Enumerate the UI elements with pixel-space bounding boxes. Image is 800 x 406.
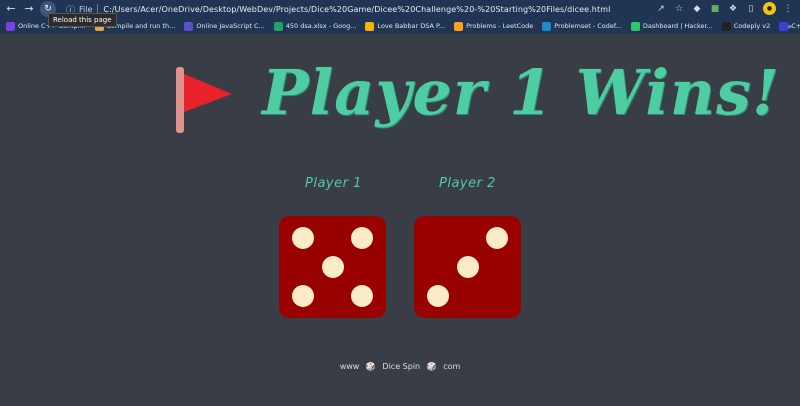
bookmark-item[interactable]: Codeply v2 bbox=[721, 21, 771, 31]
bookmark-icon bbox=[184, 21, 194, 31]
extension-green-icon[interactable]: ■ bbox=[709, 3, 721, 15]
bookmark-label: Problems - LeetCode bbox=[466, 22, 534, 30]
player2-die bbox=[414, 216, 521, 318]
codeforces-icon bbox=[542, 21, 552, 31]
forward-icon[interactable]: → bbox=[22, 2, 36, 16]
reload-tooltip: Reload this page bbox=[48, 13, 117, 27]
bookmark-label: 450 dsa.xlsx - Goog... bbox=[285, 22, 357, 30]
player1-die bbox=[279, 216, 386, 318]
browser-toolbar: ← → ↻ ⓘ File C:/Users/Acer/OneDrive/Desk… bbox=[0, 0, 800, 18]
bookmark-label: Codeply v2 bbox=[733, 22, 771, 30]
dice-icon: 🎲 bbox=[365, 362, 376, 371]
back-icon[interactable]: ← bbox=[4, 2, 18, 16]
profile-avatar[interactable]: ● bbox=[763, 2, 776, 15]
footer-suffix: com bbox=[443, 362, 461, 371]
player1-label: Player 1 bbox=[305, 176, 362, 191]
die-pip bbox=[291, 227, 314, 250]
footer-name: Dice Spin bbox=[382, 362, 421, 371]
share-icon[interactable]: ↗ bbox=[655, 3, 667, 15]
bookmark-icon bbox=[365, 21, 375, 31]
player2-label: Player 2 bbox=[439, 176, 496, 191]
codeply-icon bbox=[721, 21, 731, 31]
bookmark-item[interactable]: Dashboard | Hacker... bbox=[630, 21, 713, 31]
die-pip bbox=[321, 256, 344, 278]
menu-icon[interactable]: ⋮ bbox=[782, 3, 794, 15]
drive-icon bbox=[273, 21, 283, 31]
bookmark-item[interactable]: Online JavaScript C... bbox=[184, 21, 265, 31]
die-pip bbox=[291, 284, 314, 307]
die-pip bbox=[351, 284, 374, 307]
footer: www 🎲 Dice Spin 🎲 com bbox=[0, 362, 800, 371]
flag-icon bbox=[176, 67, 232, 133]
dice-icon: 🎲 bbox=[426, 362, 437, 371]
die-pip bbox=[426, 284, 449, 307]
address-bar[interactable]: C:/Users/Acer/OneDrive/Desktop/WebDev/Pr… bbox=[103, 5, 610, 14]
die-pip bbox=[486, 227, 509, 250]
sidebar-icon[interactable]: ▯ bbox=[745, 3, 757, 15]
puzzle-icon[interactable]: ❖ bbox=[727, 3, 739, 15]
hackerrank-icon bbox=[630, 21, 640, 31]
bookmark-item[interactable]: Problems - LeetCode bbox=[454, 21, 534, 31]
extension-icon[interactable]: ◆ bbox=[691, 3, 703, 15]
bookmark-item[interactable]: 450 dsa.xlsx - Goog... bbox=[273, 21, 357, 31]
bookmark-label: Dashboard | Hacker... bbox=[642, 22, 713, 30]
bookmark-icon bbox=[6, 21, 15, 31]
bookmark-label: Problemset - Codef... bbox=[554, 22, 622, 30]
die-pip bbox=[456, 256, 479, 278]
toolbar-actions: ↗ ☆ ◆ ■ ❖ ▯ ● ⋮ bbox=[655, 2, 794, 15]
bookmarks-bar: Online C++ Compi...Compile and run th...… bbox=[0, 18, 800, 34]
more-bookmarks-icon[interactable]: » bbox=[787, 22, 792, 31]
die-pip bbox=[351, 227, 374, 250]
bookmark-item[interactable]: Problemset - Codef... bbox=[542, 21, 622, 31]
footer-prefix: www bbox=[339, 362, 360, 371]
bookmark-label: Love Babbar DSA P... bbox=[377, 22, 446, 30]
leetcode-icon bbox=[454, 21, 464, 31]
result-title: Player 1 Wins! bbox=[262, 56, 781, 129]
bookmark-label: Compile and run th... bbox=[106, 22, 176, 30]
bookmark-label: Online JavaScript C... bbox=[196, 22, 265, 30]
star-icon[interactable]: ☆ bbox=[673, 3, 685, 15]
bookmark-label: C++ STL bbox=[791, 22, 800, 30]
bookmark-item[interactable]: Love Babbar DSA P... bbox=[365, 21, 446, 31]
